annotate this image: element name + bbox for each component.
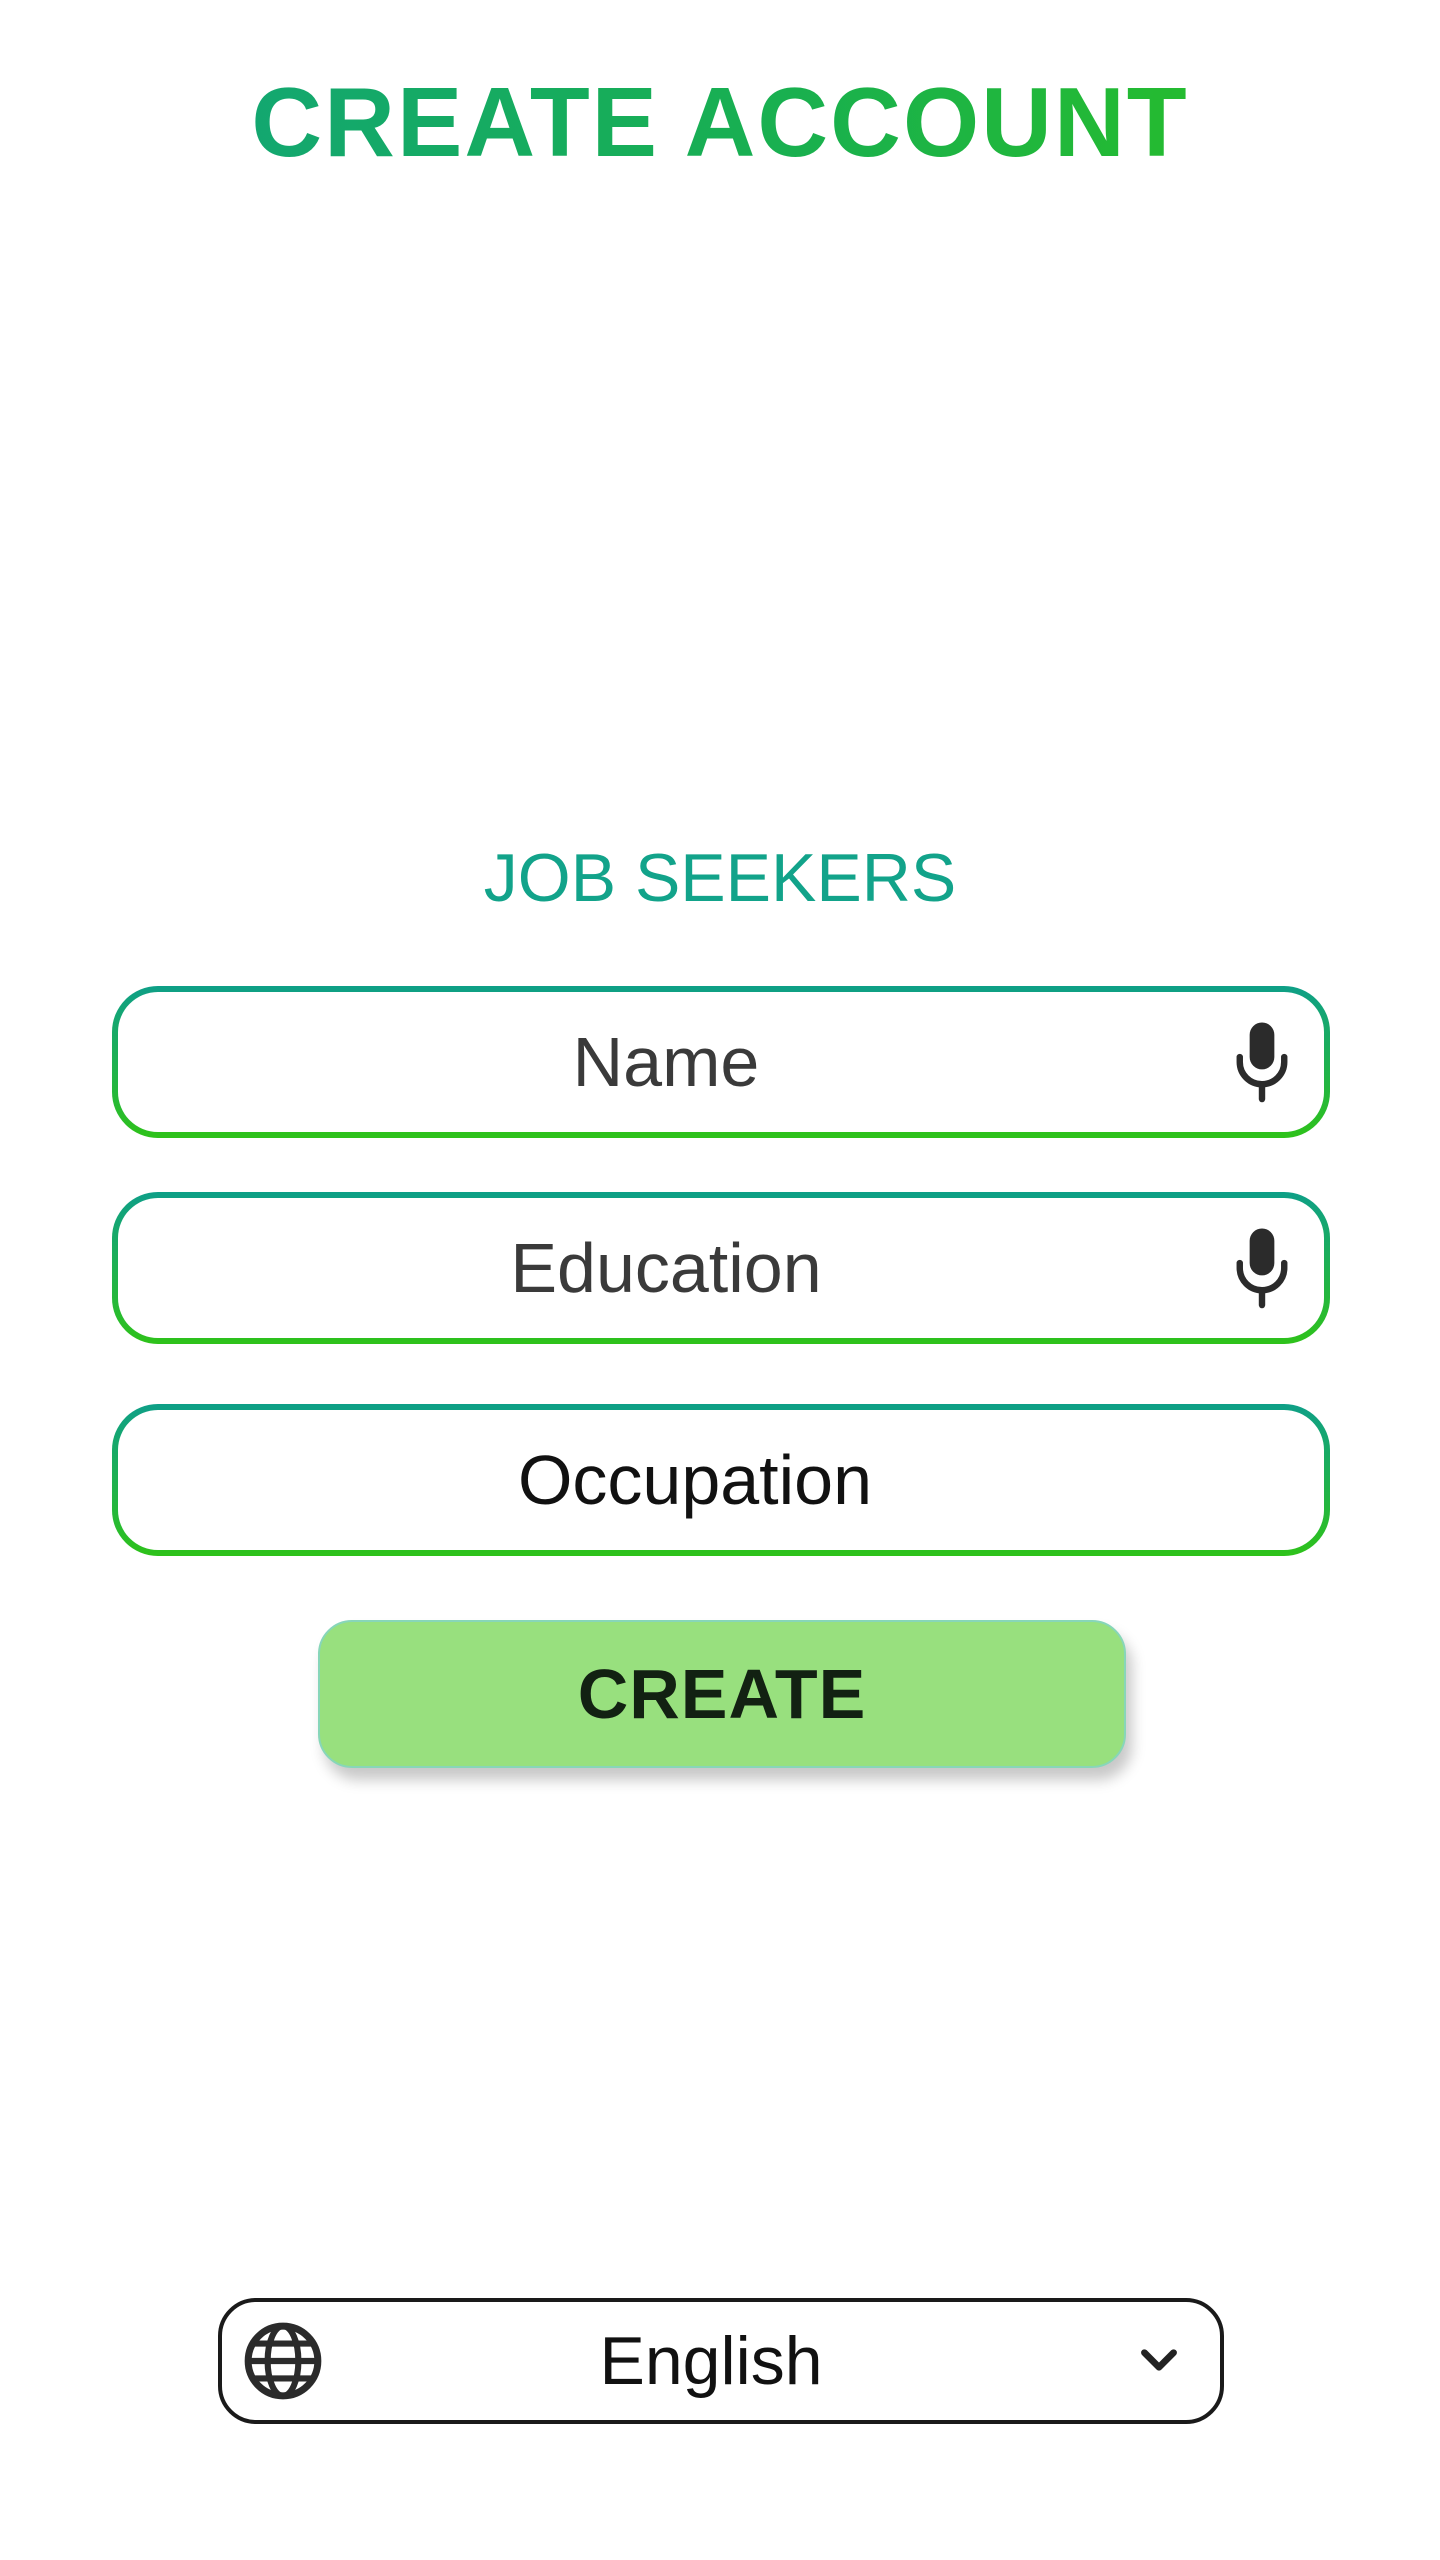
education-field-container (112, 1192, 1330, 1344)
education-field-inner (118, 1198, 1324, 1338)
occupation-selector[interactable]: Occupation (112, 1404, 1330, 1556)
education-microphone-icon[interactable] (1230, 1226, 1294, 1310)
chevron-down-icon (1141, 2349, 1177, 2371)
language-selected-label: English (599, 2323, 823, 2399)
name-field[interactable] (118, 992, 1324, 1132)
create-button[interactable]: CREATE (318, 1620, 1126, 1768)
name-field-container (112, 986, 1330, 1138)
name-field-inner (118, 992, 1324, 1132)
page-title: CREATE ACCOUNT (0, 62, 1440, 182)
occupation-selector-inner: Occupation (118, 1410, 1324, 1550)
language-selector[interactable]: English (218, 2298, 1224, 2424)
occupation-label: Occupation (517, 1441, 873, 1519)
name-microphone-icon[interactable] (1230, 1020, 1294, 1104)
section-label-job-seekers: JOB SEEKERS (483, 840, 957, 916)
education-field[interactable] (118, 1198, 1324, 1338)
